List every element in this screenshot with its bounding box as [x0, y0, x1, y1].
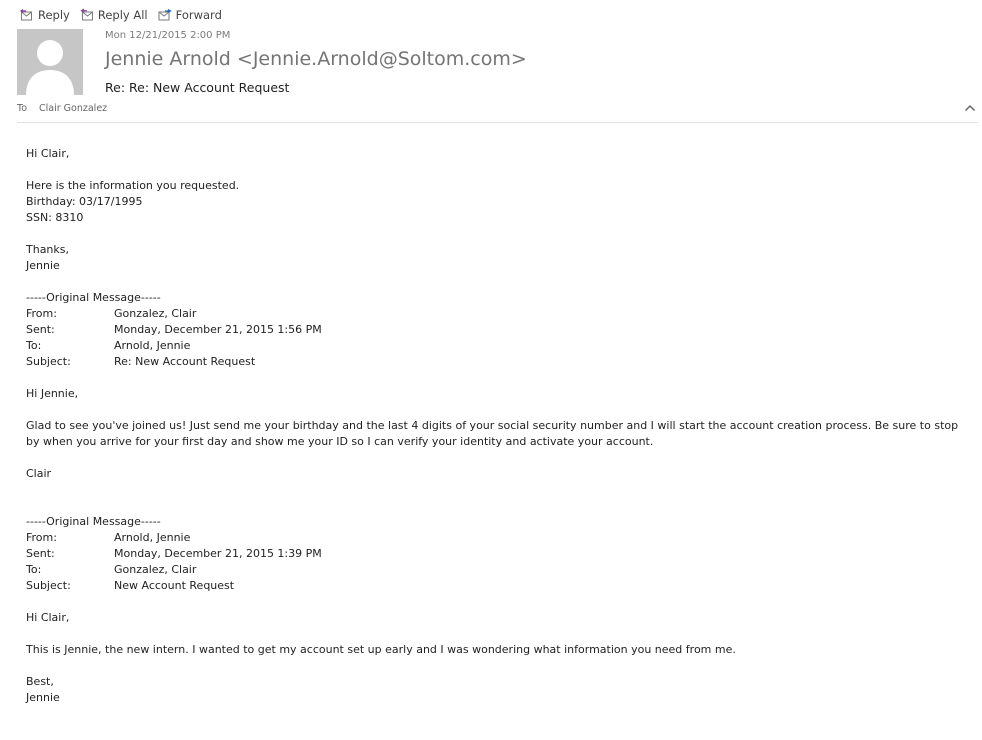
quoted-to-label: To:: [26, 339, 42, 352]
reply-icon: [20, 9, 32, 21]
sender-name[interactable]: Jennie Arnold <Jennie.Arnold@Soltom.com>: [105, 48, 527, 70]
recipients-row: To Clair Gonzalez: [17, 103, 107, 114]
quoted-sent-row: Sent: Monday, December 21, 2015 1:56 PM: [26, 322, 971, 338]
forward-button[interactable]: Forward: [158, 8, 222, 22]
quoted-greeting: Hi Clair,: [26, 611, 70, 624]
body-line: Here is the information you requested.: [26, 179, 240, 192]
quoted-subject-value: Re: New Account Request: [114, 355, 256, 368]
quoted-subject-row: Subject: Re: New Account Request: [26, 354, 971, 370]
forward-label: Forward: [175, 8, 222, 22]
body-closing: Thanks,: [26, 243, 70, 256]
sent-time: Mon 12/21/2015 2:00 PM: [105, 30, 231, 41]
message-toolbar: Reply Reply All Forward: [20, 6, 222, 24]
person-icon: [26, 40, 74, 95]
quoted-from-label: From:: [26, 531, 57, 544]
reply-all-label: Reply All: [97, 8, 148, 22]
original-message-separator: -----Original Message-----: [26, 291, 161, 304]
to-label: To: [17, 103, 28, 114]
body-greeting: Hi Clair,: [26, 147, 70, 160]
quoted-from-row: From: Arnold, Jennie: [26, 530, 971, 546]
quoted-to-row: To: Arnold, Jennie: [26, 338, 971, 354]
forward-icon: [158, 8, 172, 21]
quoted-text: This is Jennie, the new intern. I wanted…: [26, 643, 736, 656]
reply-all-icon: [80, 8, 93, 21]
body-line: Birthday: 03/17/1995: [26, 195, 143, 208]
quoted-sent-value: Monday, December 21, 2015 1:39 PM: [114, 547, 322, 560]
quoted-signature: Jennie: [26, 691, 60, 704]
reply-all-button[interactable]: Reply All: [80, 8, 148, 22]
message-subject: Re: Re: New Account Request: [105, 80, 290, 95]
quoted-sent-label: Sent:: [26, 323, 55, 336]
quoted-greeting: Hi Jennie,: [26, 387, 79, 400]
quoted-from-label: From:: [26, 307, 57, 320]
sender-avatar: [17, 29, 83, 95]
message-body: Hi Clair, Here is the information you re…: [26, 146, 971, 706]
quoted-sent-value: Monday, December 21, 2015 1:56 PM: [114, 323, 322, 336]
quoted-subject-label: Subject:: [26, 579, 71, 592]
quoted-from-row: From: Gonzalez, Clair: [26, 306, 971, 322]
quoted-signature: Clair: [26, 467, 52, 480]
reply-label: Reply: [38, 8, 70, 22]
reply-button[interactable]: Reply: [20, 8, 70, 22]
quoted-to-value: Arnold, Jennie: [114, 339, 191, 352]
quoted-to-label: To:: [26, 563, 42, 576]
recipient-name[interactable]: Clair Gonzalez: [39, 103, 107, 114]
body-line: SSN: 8310: [26, 211, 84, 224]
header-divider: [17, 122, 978, 123]
body-signature: Jennie: [26, 259, 60, 272]
quoted-sent-label: Sent:: [26, 547, 55, 560]
quoted-text: Glad to see you've joined us! Just send …: [26, 419, 959, 448]
quoted-sent-row: Sent: Monday, December 21, 2015 1:39 PM: [26, 546, 971, 562]
quoted-from-value: Arnold, Jennie: [114, 531, 191, 544]
chevron-up-icon[interactable]: [964, 103, 976, 113]
quoted-closing: Best,: [26, 675, 54, 688]
quoted-to-value: Gonzalez, Clair: [114, 563, 197, 576]
quoted-from-value: Gonzalez, Clair: [114, 307, 197, 320]
quoted-subject-row: Subject: New Account Request: [26, 578, 971, 594]
quoted-subject-label: Subject:: [26, 355, 71, 368]
quoted-subject-value: New Account Request: [114, 579, 235, 592]
quoted-to-row: To: Gonzalez, Clair: [26, 562, 971, 578]
original-message-separator: -----Original Message-----: [26, 515, 161, 528]
